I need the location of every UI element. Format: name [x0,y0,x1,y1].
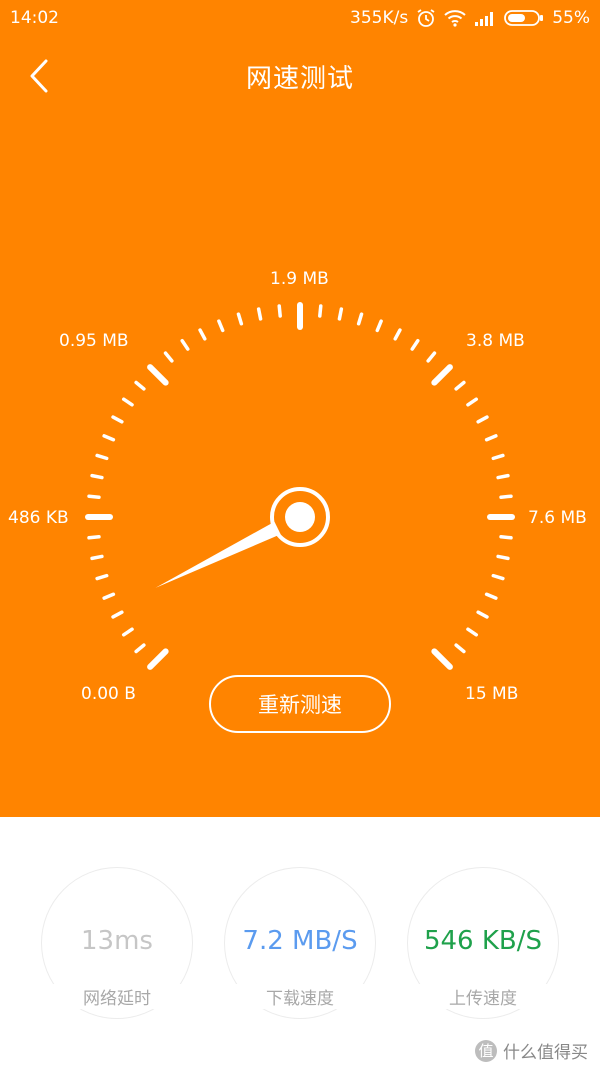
gauge-ticks [85,302,515,670]
minor-tick [277,304,282,318]
minor-tick [95,453,109,461]
minor-tick [356,312,364,326]
latency-stat: 13ms 网络延时 [41,867,193,1019]
minor-tick [499,535,513,540]
gauge-needle [155,521,281,588]
minor-tick [454,380,466,391]
minor-tick [499,494,513,499]
scale-label-5: 7.6 MB [528,508,587,528]
retest-button[interactable]: 重新测速 [209,675,391,733]
minor-tick [87,535,101,540]
minor-tick [393,328,402,341]
minor-tick [256,307,263,321]
minor-tick [484,592,498,600]
scale-label-0: 0.00 B [81,684,136,704]
scale-label-6: 15 MB [465,684,519,704]
minor-tick [491,573,505,581]
upload-stat: 546 KB/S 上传速度 [407,867,559,1019]
minor-tick [90,554,104,561]
speed-test-panel: 14:02 355K/s 55% 网速测试 0.00 B 486 KB 0.95… [0,0,600,817]
scale-label-4: 3.8 MB [466,331,525,351]
minor-tick [87,494,101,499]
minor-tick [454,643,466,654]
minor-tick [484,434,498,442]
minor-tick [121,397,134,407]
minor-tick [496,554,510,561]
download-value: 7.2 MB/S [242,926,358,956]
minor-tick [466,397,479,407]
minor-tick [121,627,134,637]
minor-tick [375,319,383,333]
major-tick [431,364,453,386]
major-tick [147,364,169,386]
latency-label: 网络延时 [42,984,192,1009]
download-stat: 7.2 MB/S 下载速度 [224,867,376,1019]
minor-tick [180,338,190,351]
minor-tick [163,351,174,363]
minor-tick [90,473,104,480]
watermark-badge: 值 [475,1039,497,1062]
minor-tick [466,627,479,637]
minor-tick [496,473,510,480]
minor-tick [198,328,207,341]
needle-hub [285,502,315,532]
download-label: 下载速度 [225,984,375,1009]
minor-tick [111,415,124,424]
minor-tick [111,610,124,619]
scale-label-2: 0.95 MB [59,331,129,351]
minor-tick [410,338,420,351]
minor-tick [236,312,244,326]
major-tick [431,648,453,670]
minor-tick [95,573,109,581]
scale-label-3: 1.9 MB [270,269,329,289]
minor-tick [476,610,489,619]
minor-tick [217,319,225,333]
major-tick [147,648,169,670]
minor-tick [426,351,437,363]
minor-tick [134,380,146,391]
upload-value: 546 KB/S [423,926,543,956]
watermark-text: 什么值得买 [503,1043,588,1063]
scale-label-1: 486 KB [8,508,69,528]
minor-tick [134,643,146,654]
minor-tick [318,304,323,318]
minor-tick [337,307,344,321]
upload-label: 上传速度 [408,984,558,1009]
watermark: 值 什么值得买 [475,1038,588,1063]
minor-tick [491,453,505,461]
minor-tick [476,415,489,424]
latency-value: 13ms [81,926,153,956]
minor-tick [102,434,116,442]
minor-tick [102,592,116,600]
